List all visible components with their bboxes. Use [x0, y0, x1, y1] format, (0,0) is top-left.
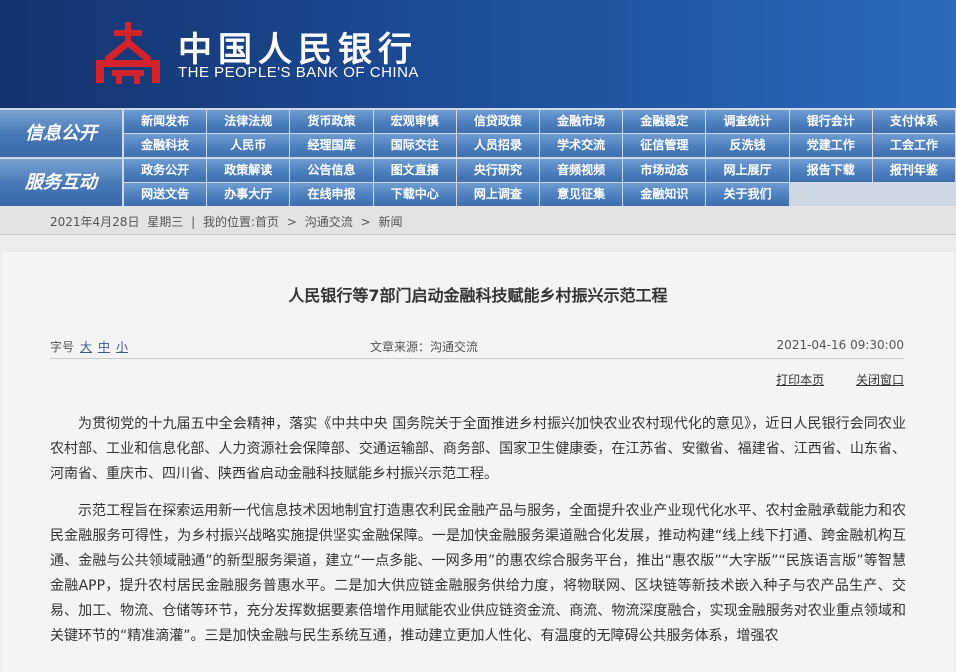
- nav-item[interactable]: 政务公开: [124, 159, 207, 182]
- nav-item[interactable]: 图文直播: [373, 159, 456, 182]
- nav-item[interactable]: 网上调查: [456, 183, 540, 206]
- nav-item[interactable]: 金融知识: [623, 183, 706, 206]
- meta-divider: [50, 358, 904, 359]
- nav-item[interactable]: 关于我们: [706, 183, 789, 206]
- nav-item[interactable]: 学术交流: [540, 134, 623, 157]
- nav-item-empty: [789, 183, 872, 206]
- breadcrumb-separator: |: [191, 215, 196, 229]
- breadcrumb: 2021年4月28日 星期三 | 我的位置:首页 > 沟通交流 > 新闻: [0, 206, 956, 235]
- nav-section-label: 信息公开: [0, 110, 122, 157]
- article-paragraph: 为贯彻党的十九届五中全会精神，落实《中共中央 国务院关于全面推进乡村振兴加快农业…: [50, 416, 906, 482]
- nav-item[interactable]: 意见征集: [540, 183, 623, 206]
- nav-item[interactable]: 调查统计: [706, 110, 789, 133]
- nav-item[interactable]: 法律法规: [207, 110, 290, 133]
- brand-name-en: THE PEOPLE'S BANK OF CHINA: [178, 64, 419, 81]
- nav-item[interactable]: 人员招录: [456, 134, 540, 157]
- nav-item-empty: [872, 183, 956, 206]
- breadcrumb-arrow: >: [286, 215, 297, 229]
- nav-item[interactable]: 反洗钱: [706, 134, 789, 157]
- nav-grid: 新闻发布 法律法规 货币政策 宏观审慎 信贷政策 金融市场 金融稳定 调查统计 …: [124, 110, 956, 157]
- nav-item[interactable]: 信贷政策: [456, 110, 540, 133]
- nav-item[interactable]: 公告信息: [290, 159, 373, 182]
- nav-item[interactable]: 音频视频: [540, 159, 623, 182]
- article-paragraph: 示范工程旨在探索运用新一代信息技术因地制宜打造惠农利民金融产品与服务，全面提升农…: [50, 503, 906, 644]
- font-size-selector: 字号大中小: [50, 338, 128, 355]
- nav-item[interactable]: 宏观审慎: [373, 110, 456, 133]
- breadcrumb-line: 2021年4月28日 星期三 | 我的位置:首页 > 沟通交流 > 新闻: [50, 213, 407, 230]
- nav-section-label: 服务互动: [0, 159, 122, 206]
- print-page-link[interactable]: 打印本页: [776, 373, 824, 387]
- font-size-large-link[interactable]: 大: [80, 340, 92, 354]
- breadcrumb-prefix: 我的位置:: [203, 215, 256, 229]
- breadcrumb-arrow: >: [360, 215, 371, 229]
- article-meta: 字号大中小 文章来源：沟通交流 2021-04-16 09:30:00: [50, 338, 904, 356]
- nav-item[interactable]: 经理国库: [290, 134, 373, 157]
- close-window-link[interactable]: 关闭窗口: [856, 373, 904, 387]
- font-size-label: 字号: [50, 340, 75, 354]
- breadcrumb-date: 2021年4月28日: [50, 215, 140, 229]
- pboc-logo-icon[interactable]: [92, 20, 164, 86]
- font-size-small-link[interactable]: 小: [116, 340, 128, 354]
- nav-item[interactable]: 银行会计: [789, 110, 872, 133]
- nav-item[interactable]: 网送文告: [124, 183, 207, 206]
- breadcrumb-current[interactable]: 新闻: [379, 215, 403, 229]
- nav-item[interactable]: 下载中心: [373, 183, 456, 206]
- nav-item[interactable]: 办事大厅: [207, 183, 290, 206]
- nav-row: 新闻发布 法律法规 货币政策 宏观审慎 信贷政策 金融市场 金融稳定 调查统计 …: [124, 110, 956, 133]
- nav-item[interactable]: 网上展厅: [706, 159, 789, 182]
- nav-item[interactable]: 市场动态: [623, 159, 706, 182]
- nav-item[interactable]: 金融市场: [540, 110, 623, 133]
- nav-item[interactable]: 国际交往: [373, 134, 456, 157]
- nav-item[interactable]: 报告下载: [789, 159, 872, 182]
- article-datetime: 2021-04-16 09:30:00: [776, 338, 904, 352]
- nav-item[interactable]: 央行研究: [456, 159, 540, 182]
- nav-item[interactable]: 在线申报: [290, 183, 373, 206]
- article-title: 人民银行等7部门启动金融科技赋能乡村振兴示范工程: [288, 286, 668, 305]
- breadcrumb-home-link[interactable]: 首页: [255, 215, 279, 229]
- breadcrumb-weekday: 星期三: [147, 215, 184, 229]
- nav-row: 金融科技 人民币 经理国库 国际交往 人员招录 学术交流 征信管理 反洗钱 党建…: [124, 134, 956, 157]
- nav-section-service-interaction: 服务互动 政务公开 政策解读 公告信息 图文直播 央行研究 音频视频 市场动态 …: [0, 159, 956, 206]
- nav-item[interactable]: 支付体系: [872, 110, 956, 133]
- breadcrumb-section-link[interactable]: 沟通交流: [305, 215, 353, 229]
- nav-section-info-public: 信息公开 新闻发布 法律法规 货币政策 宏观审慎 信贷政策 金融市场 金融稳定 …: [0, 110, 956, 157]
- nav-grid: 政务公开 政策解读 公告信息 图文直播 央行研究 音频视频 市场动态 网上展厅 …: [124, 159, 956, 206]
- nav-row: 网送文告 办事大厅 在线申报 下载中心 网上调查 意见征集 金融知识 关于我们: [124, 183, 956, 206]
- nav-item[interactable]: 人民币: [207, 134, 290, 157]
- article-actions: 打印本页 关闭窗口: [748, 371, 904, 388]
- site-header: 中国人民银行 THE PEOPLE'S BANK OF CHINA: [0, 0, 956, 108]
- nav-item[interactable]: 征信管理: [623, 134, 706, 157]
- nav-item[interactable]: 金融稳定: [623, 110, 706, 133]
- nav-item[interactable]: 报刊年鉴: [872, 159, 956, 182]
- nav-item[interactable]: 货币政策: [290, 110, 373, 133]
- article-container: 人民银行等7部门启动金融科技赋能乡村振兴示范工程 字号大中小 文章来源：沟通交流…: [2, 252, 954, 672]
- nav-item[interactable]: 金融科技: [124, 134, 207, 157]
- nav-item[interactable]: 党建工作: [789, 134, 872, 157]
- font-size-medium-link[interactable]: 中: [98, 340, 110, 354]
- nav-item[interactable]: 新闻发布: [124, 110, 207, 133]
- article-body: 为贯彻党的十九届五中全会精神，落实《中共中央 国务院关于全面推进乡村振兴加快农业…: [50, 412, 906, 661]
- article-source: 文章来源：沟通交流: [370, 340, 479, 354]
- nav-item[interactable]: 政策解读: [207, 159, 290, 182]
- nav-row: 政务公开 政策解读 公告信息 图文直播 央行研究 音频视频 市场动态 网上展厅 …: [124, 159, 956, 182]
- nav-item[interactable]: 工会工作: [872, 134, 956, 157]
